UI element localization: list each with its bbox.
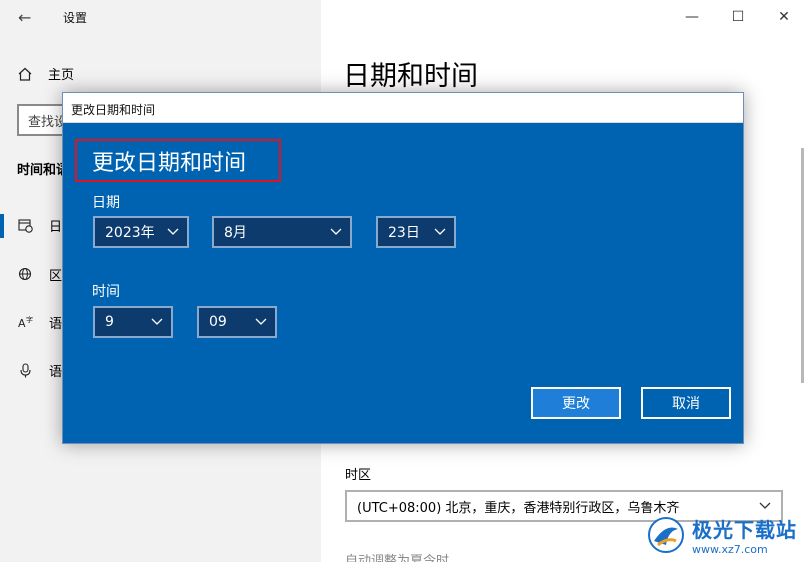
- change-datetime-dialog: 更改日期和时间 更改日期和时间 日期 2023年 8月 23日 时间 9 09 …: [62, 92, 744, 444]
- language-icon: A字: [18, 315, 33, 330]
- year-value: 2023年: [105, 225, 155, 241]
- nav-home[interactable]: 主页: [18, 64, 74, 83]
- sidebar-item-date-time[interactable]: 日: [18, 216, 62, 235]
- day-value: 23日: [388, 225, 420, 241]
- watermark-url: www.xz7.com: [692, 543, 768, 556]
- nav-active-indicator: [0, 214, 4, 238]
- minute-dropdown[interactable]: 09: [197, 306, 277, 338]
- sidebar-item-label: 语: [49, 365, 63, 380]
- calendar-clock-icon: [18, 219, 33, 233]
- watermark: 极光下载站 www.xz7.com: [646, 514, 797, 556]
- app-title: 设置: [63, 11, 88, 25]
- watermark-logo-icon: [648, 517, 684, 553]
- cancel-button[interactable]: 取消: [641, 387, 731, 419]
- sidebar-item-label: 区: [49, 269, 63, 284]
- scrollbar[interactable]: [801, 148, 804, 383]
- microphone-icon: [20, 363, 31, 378]
- sidebar-item-language[interactable]: A字 语: [18, 313, 62, 332]
- globe-icon: [18, 267, 32, 281]
- time-label: 时间: [92, 284, 120, 300]
- dialog-titlebar: 更改日期和时间: [63, 93, 743, 123]
- chevron-down-icon: [255, 318, 267, 325]
- window-controls: — ☐ ✕: [669, 0, 807, 34]
- sidebar-item-label: 日: [49, 220, 63, 235]
- watermark-brand: 极光下载站: [692, 518, 797, 542]
- month-dropdown[interactable]: 8月: [212, 216, 352, 248]
- chevron-down-icon: [151, 318, 163, 325]
- day-dropdown[interactable]: 23日: [376, 216, 456, 248]
- chevron-down-icon: [434, 228, 446, 235]
- year-dropdown[interactable]: 2023年: [93, 216, 189, 248]
- minimize-button[interactable]: —: [669, 0, 715, 34]
- svg-text:A: A: [18, 317, 26, 330]
- page-title: 日期和时间: [343, 61, 478, 92]
- hour-value: 9: [105, 314, 114, 330]
- home-icon: [18, 67, 32, 81]
- timezone-label: 时区: [345, 468, 372, 483]
- close-button[interactable]: ✕: [761, 0, 807, 34]
- svg-text:字: 字: [26, 315, 33, 324]
- back-button[interactable]: ←: [18, 8, 31, 27]
- sidebar-item-region[interactable]: 区: [18, 265, 62, 284]
- dialog-heading: 更改日期和时间: [92, 151, 247, 176]
- chevron-down-icon: [759, 502, 771, 509]
- date-label: 日期: [92, 195, 120, 211]
- sidebar-item-speech[interactable]: 语: [18, 361, 62, 380]
- month-value: 8月: [224, 225, 247, 241]
- sidebar-item-label: 语: [49, 317, 63, 332]
- maximize-button[interactable]: ☐: [715, 0, 761, 34]
- timezone-value: (UTC+08:00) 北京，重庆，香港特别行政区，乌鲁木齐: [357, 500, 680, 516]
- change-button[interactable]: 更改: [531, 387, 621, 419]
- nav-home-label: 主页: [48, 68, 75, 83]
- minute-value: 09: [209, 314, 227, 330]
- hour-dropdown[interactable]: 9: [93, 306, 173, 338]
- chevron-down-icon: [167, 228, 179, 235]
- auto-dst-label: 自动调整为夏令时: [345, 554, 450, 562]
- chevron-down-icon: [330, 228, 342, 235]
